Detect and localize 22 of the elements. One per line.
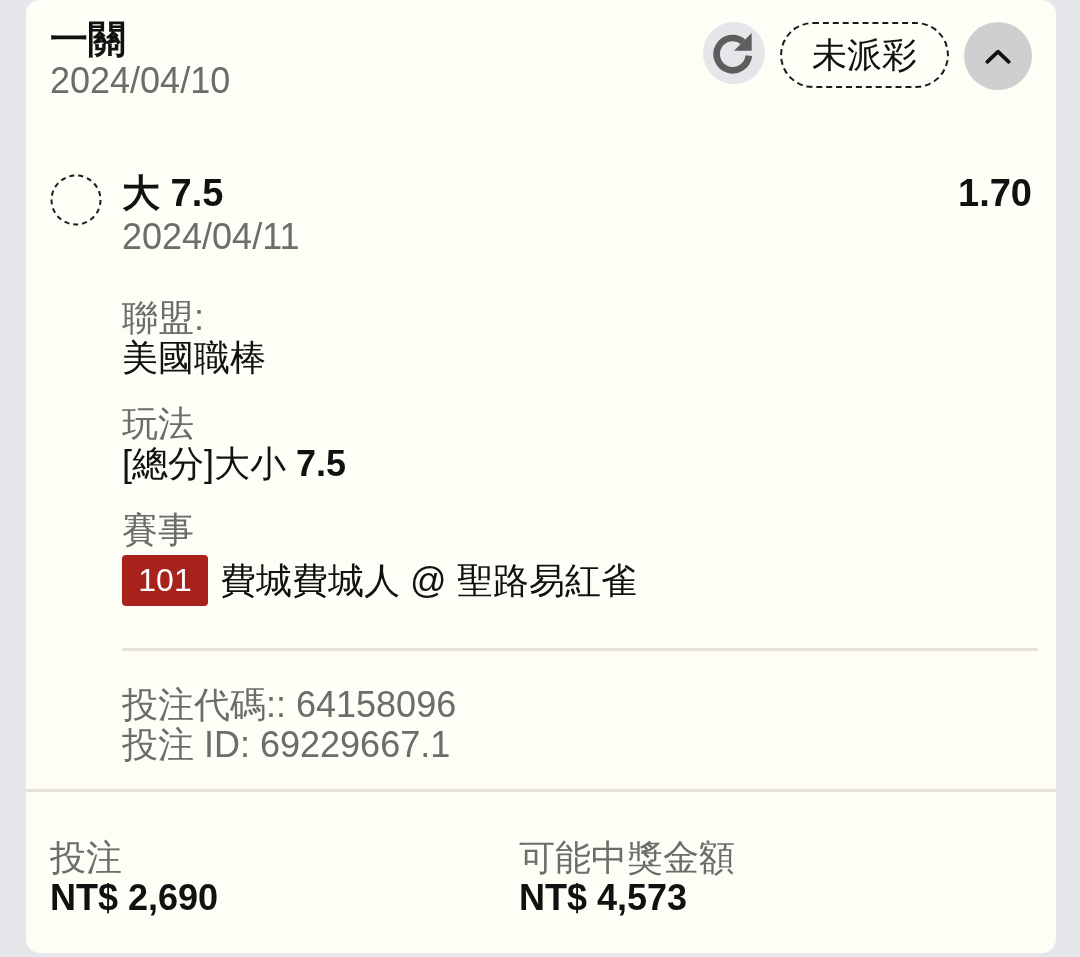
summary-amount: NT$ 2,690 <box>50 878 220 918</box>
summary-amount: NT$ 4,573 <box>519 878 689 918</box>
pending-status-icon <box>50 174 102 226</box>
field-label: 賽事 <box>122 510 195 550</box>
odds-value: 1.70 <box>958 171 1032 216</box>
summary-label: 可能中獎金額 <box>519 838 736 878</box>
event-number-badge: 101 <box>122 555 208 606</box>
selection-name: 大 7.5 <box>122 171 224 216</box>
field-value: [總分]大小 7.5 <box>122 444 347 484</box>
bet-reference: 投注代碼:: 64158096 <box>122 685 458 725</box>
bet-date: 2024/04/10 <box>50 60 231 102</box>
field-label: 玩法 <box>122 404 195 444</box>
field-label: 聯盟: <box>122 298 205 338</box>
bet-type-title: 一關 <box>50 18 127 60</box>
field-value: 費城費城人 @ 聖路易紅雀 <box>220 560 637 601</box>
field-value: 美國職棒 <box>122 338 266 378</box>
bet-reference: 投注 ID: 69229667.1 <box>122 725 452 765</box>
event-date: 2024/04/11 <box>122 216 301 258</box>
refresh-icon <box>713 32 755 74</box>
chevron-up-icon <box>985 48 1011 64</box>
summary-label: 投注 <box>50 838 123 878</box>
status-badge: 未派彩 <box>780 22 949 88</box>
